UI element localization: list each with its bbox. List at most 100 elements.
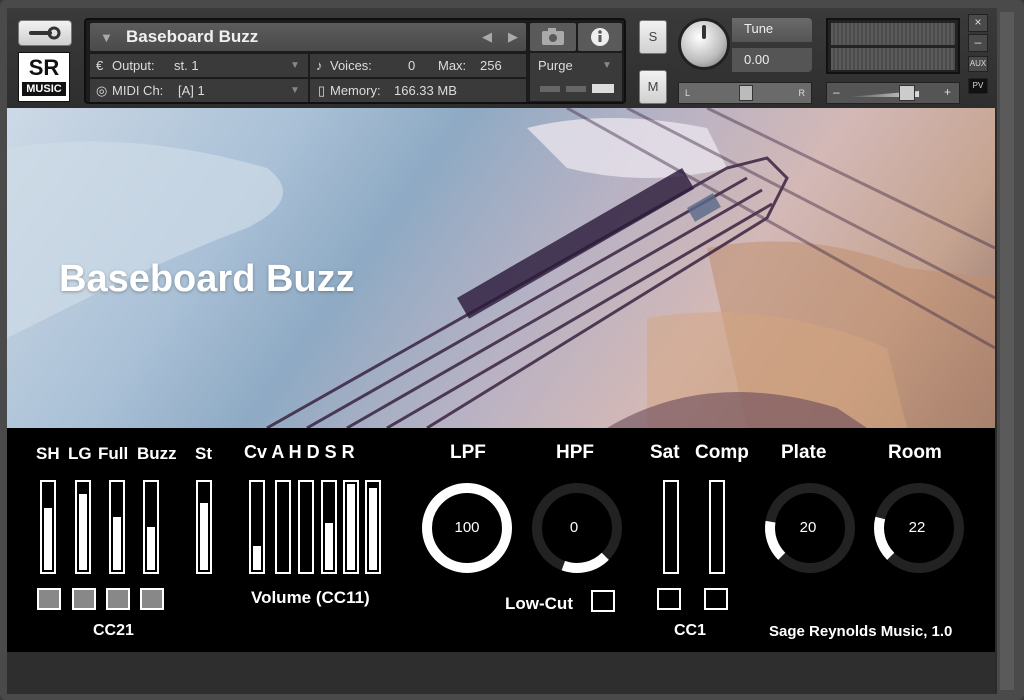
purge-indicator xyxy=(540,86,560,92)
logo-line2: MUSIC xyxy=(22,82,66,96)
instrument-name[interactable]: Baseboard Buzz xyxy=(126,27,258,47)
sat-checkbox[interactable] xyxy=(657,588,681,610)
low-cut-label: Low-Cut xyxy=(505,594,573,613)
attack-slider[interactable] xyxy=(275,480,291,574)
max-label: Max: xyxy=(438,58,467,73)
midi-label: MIDI Ch: xyxy=(112,83,164,98)
envelope-label: Cv A H D S R xyxy=(244,442,355,462)
volume-slider[interactable]: – + xyxy=(826,82,960,104)
midi-value: [A] 1 xyxy=(178,83,205,98)
full-slider[interactable] xyxy=(109,480,125,574)
slider-fill xyxy=(253,546,261,570)
memory-value: 166.33 MB xyxy=(394,83,457,98)
volume-handle[interactable] xyxy=(899,85,915,101)
lg-checkbox[interactable] xyxy=(72,588,96,610)
slider-fill xyxy=(347,484,355,570)
slider-fill xyxy=(147,527,155,570)
curve-slider[interactable] xyxy=(249,480,265,574)
collapse-triangle-icon[interactable]: ▼ xyxy=(100,30,113,45)
output-value: st. 1 xyxy=(174,58,199,73)
pan-left-label: L xyxy=(685,88,691,98)
low-cut-checkbox[interactable] xyxy=(591,590,615,612)
snapshot-button[interactable] xyxy=(530,23,576,51)
decay-slider[interactable] xyxy=(321,480,337,574)
sat-label: Sat xyxy=(650,442,680,463)
mute-button[interactable]: M xyxy=(639,70,667,104)
buzz-checkbox[interactable] xyxy=(140,588,164,610)
sh-slider[interactable] xyxy=(40,480,56,574)
purge-indicator xyxy=(566,86,586,92)
max-value[interactable]: 256 xyxy=(480,58,502,73)
output-label: Output: xyxy=(112,58,155,73)
st-label: St xyxy=(195,444,212,463)
wrench-button[interactable] xyxy=(18,20,72,46)
articulation-label-full: Full xyxy=(98,444,129,463)
room-value: 22 xyxy=(908,519,926,536)
release-slider[interactable] xyxy=(365,480,381,574)
volume-cc11-label: Volume (CC11) xyxy=(251,588,370,607)
output-selector[interactable]: € Output: st. 1 ▼ xyxy=(90,53,308,77)
comp-slider[interactable] xyxy=(709,480,725,574)
pv-button[interactable]: PV xyxy=(968,78,988,94)
tune-label: Tune xyxy=(732,18,812,42)
aux-button[interactable]: AUX xyxy=(968,56,988,72)
next-arrow-icon[interactable]: ▶ xyxy=(508,29,518,45)
full-checkbox[interactable] xyxy=(106,588,130,610)
pan-slider[interactable]: L R xyxy=(678,82,812,104)
midi-channel-selector[interactable]: ◎ MIDI Ch: [A] 1 ▼ xyxy=(90,78,308,102)
sat-slider[interactable] xyxy=(663,480,679,574)
slider-fill xyxy=(200,503,208,570)
purge-menu[interactable]: Purge ▼ xyxy=(530,53,622,101)
minimize-button[interactable]: – xyxy=(968,34,988,52)
buzz-slider[interactable] xyxy=(143,480,159,574)
bottom-bar xyxy=(7,652,995,694)
purge-label: Purge xyxy=(538,58,573,73)
minus-icon: – xyxy=(833,85,840,99)
slider-fill xyxy=(113,517,121,570)
pan-right-label: R xyxy=(798,88,806,98)
sh-checkbox[interactable] xyxy=(37,588,61,610)
hpf-value: 0 xyxy=(569,519,579,536)
slider-fill xyxy=(325,523,333,570)
lpf-label: LPF xyxy=(450,442,486,463)
midi-icon: ◎ xyxy=(96,83,108,98)
sustain-slider[interactable] xyxy=(343,480,359,574)
prev-arrow-icon[interactable]: ◀ xyxy=(482,29,492,45)
voices-value: 0 xyxy=(408,58,416,73)
output-icon: € xyxy=(96,58,104,73)
lpf-value: 100 xyxy=(454,519,480,536)
plate-value: 20 xyxy=(799,519,817,536)
close-button[interactable]: × xyxy=(968,14,988,32)
instrument-artwork: Baseboard Buzz xyxy=(7,108,995,428)
solo-button[interactable]: S xyxy=(639,20,667,54)
wrench-icon xyxy=(29,26,61,40)
instrument-title-bar[interactable]: ▼ Baseboard Buzz ◀ ▶ xyxy=(90,23,526,51)
meter-left xyxy=(831,23,955,45)
hpf-label: HPF xyxy=(556,442,594,463)
memory-label: Memory: xyxy=(330,83,381,98)
lg-slider[interactable] xyxy=(75,480,91,574)
tune-knob-indicator xyxy=(702,25,706,39)
tune-knob[interactable] xyxy=(678,18,730,70)
scrollbar[interactable] xyxy=(1000,12,1014,690)
comp-checkbox[interactable] xyxy=(704,588,728,610)
camera-icon xyxy=(542,28,564,45)
chevron-down-icon: ▼ xyxy=(290,60,300,71)
info-button[interactable] xyxy=(578,23,622,51)
hold-slider[interactable] xyxy=(298,480,314,574)
instrument-info-panel: ▼ Baseboard Buzz ◀ ▶ € Output: st. 1 ▼ ◎… xyxy=(84,18,626,104)
st-slider[interactable] xyxy=(196,480,212,574)
chevron-down-icon: ▼ xyxy=(602,60,612,71)
level-meter xyxy=(826,18,960,74)
logo-line1: SR xyxy=(28,55,60,80)
meter-right xyxy=(831,48,955,70)
tune-value[interactable]: 0.00 xyxy=(732,48,812,72)
sr-music-logo: SR MUSIC xyxy=(18,52,70,102)
articulation-label-lg: LG xyxy=(68,444,92,463)
pan-handle[interactable] xyxy=(739,85,753,101)
slider-fill xyxy=(79,494,87,570)
memory-display: ▯ Memory: 166.33 MB xyxy=(310,78,526,102)
voices-icon: ♪ xyxy=(316,58,323,73)
cc21-label: CC21 xyxy=(93,622,134,639)
credit-text: Sage Reynolds Music, 1.0 xyxy=(769,623,953,640)
